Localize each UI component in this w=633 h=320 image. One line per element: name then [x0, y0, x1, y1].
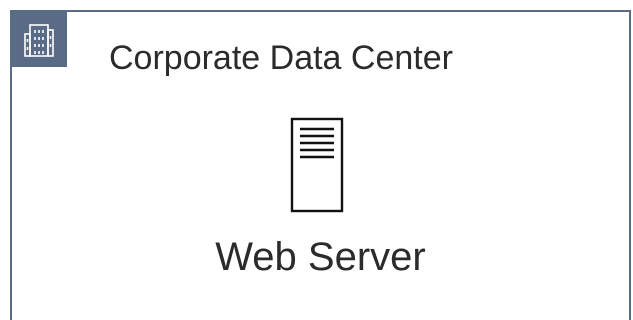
- group-title: Corporate Data Center: [109, 39, 453, 77]
- building-icon: [10, 10, 67, 67]
- corporate-data-center-group: Corporate Data Center Web Server: [10, 10, 631, 320]
- server-icon: [290, 117, 344, 218]
- web-server-label: Web Server: [215, 235, 426, 279]
